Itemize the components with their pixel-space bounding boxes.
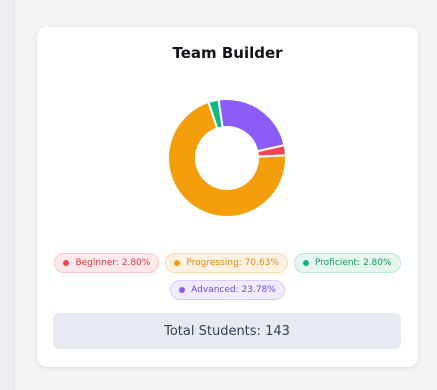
proficient-dot-icon <box>302 260 309 266</box>
left-panel-edge <box>0 0 15 390</box>
total-students-bar: Total Students: 143 <box>53 313 401 349</box>
legend-label-progressing: Progressing: 70.63% <box>186 258 279 268</box>
chart-legend: Beginner: 2.80% Progressing: 70.63% Prof… <box>37 253 418 300</box>
total-students-text: Total Students: 143 <box>164 323 290 339</box>
advanced-dot-icon <box>179 287 186 293</box>
team-builder-card: Team Builder Beginner: 2.80% Progressing… <box>37 27 418 367</box>
progressing-dot-icon <box>174 260 181 266</box>
donut-slice-advanced[interactable] <box>217 98 286 153</box>
legend-chip-beginner[interactable]: Beginner: 2.80% <box>54 253 160 273</box>
legend-label-advanced: Advanced: 23.78% <box>191 285 276 295</box>
beginner-dot-icon <box>63 260 70 266</box>
legend-chip-progressing[interactable]: Progressing: 70.63% <box>165 253 288 273</box>
legend-chip-proficient[interactable]: Proficient: 2.80% <box>293 253 401 273</box>
legend-chip-advanced[interactable]: Advanced: 23.78% <box>170 280 285 300</box>
donut-chart <box>167 98 287 218</box>
legend-label-beginner: Beginner: 2.80% <box>75 258 151 268</box>
legend-label-proficient: Proficient: 2.80% <box>314 258 392 268</box>
